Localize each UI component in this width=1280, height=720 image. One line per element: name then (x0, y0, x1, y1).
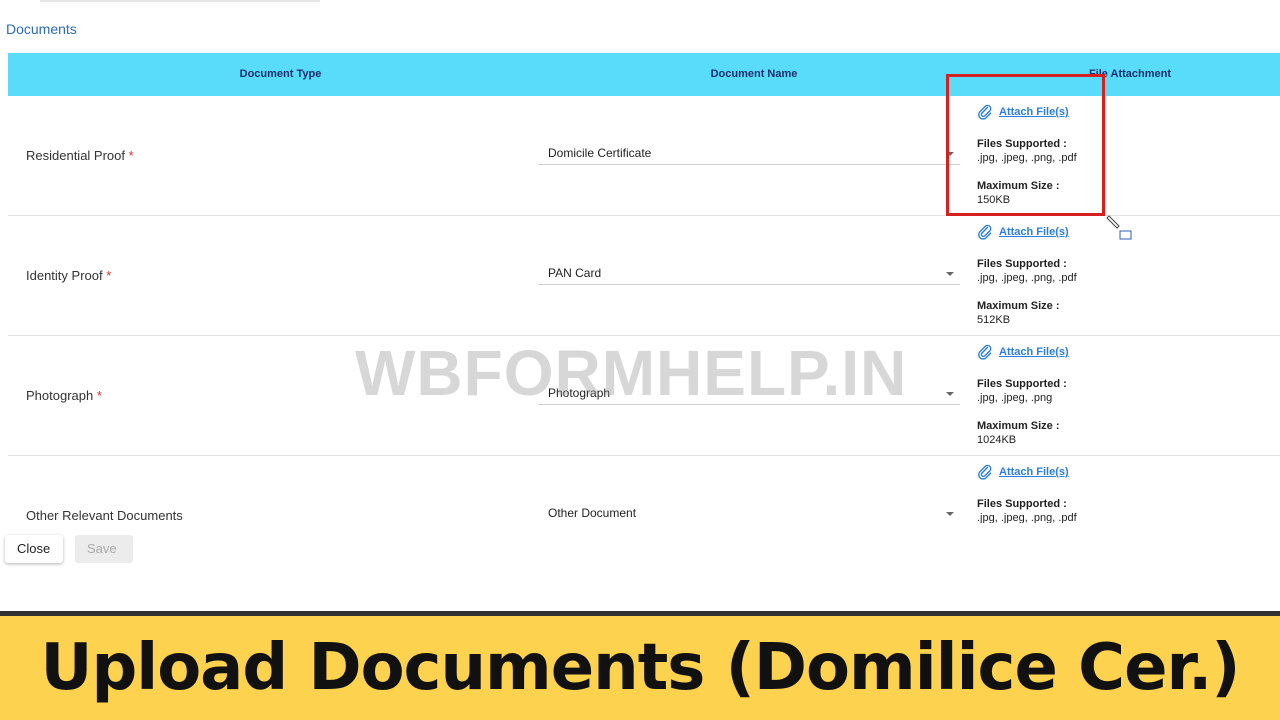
files-supported-label: Files Supported : (977, 138, 1067, 150)
table-row: Other Relevant Documents Other Document … (8, 456, 1280, 523)
pen-cursor-icon (1106, 215, 1132, 240)
close-button[interactable]: Close (5, 535, 63, 563)
document-type-label: Other Relevant Documents (26, 508, 183, 523)
attach-files-text[interactable]: Attach File(s) (999, 466, 1069, 478)
caption-banner: Upload Documents (Domilice Cer.) (0, 616, 1280, 720)
dropdown-arrow-icon[interactable] (946, 512, 954, 516)
required-marker: * (128, 148, 134, 163)
table-row: Identity Proof * PAN Card Attach File(s)… (8, 216, 1280, 336)
paperclip-icon (978, 224, 992, 240)
document-name-select[interactable]: PAN Card (538, 264, 960, 285)
document-type-label: Residential Proof * (26, 148, 134, 163)
max-size-value: 1024KB (977, 434, 1017, 446)
header-document-type: Document Type (239, 68, 322, 80)
file-attachment-cell: Attach File(s) Files Supported : .jpg, .… (977, 344, 1177, 446)
section-title: Documents (6, 21, 77, 37)
max-size-label: Maximum Size : (977, 420, 1060, 432)
attach-files-text[interactable]: Attach File(s) (999, 346, 1069, 358)
dropdown-arrow-icon[interactable] (946, 272, 954, 276)
attach-files-link[interactable]: Attach File(s) (977, 464, 1177, 480)
file-attachment-cell: Attach File(s) Files Supported : .jpg, .… (977, 104, 1177, 206)
document-type-text: Photograph (26, 388, 94, 403)
document-type-text: Other Relevant Documents (26, 508, 183, 523)
document-type-text: Identity Proof (26, 268, 103, 283)
document-name-value: Domicile Certificate (548, 146, 652, 160)
table-header: Document Type Document Name File Attachm… (8, 53, 1280, 96)
top-tab-underline (40, 0, 320, 2)
document-name-select[interactable]: Photograph (538, 384, 960, 405)
required-marker: * (106, 268, 112, 283)
max-size-label: Maximum Size : (977, 300, 1060, 312)
attach-files-link[interactable]: Attach File(s) (977, 104, 1177, 120)
attach-files-link[interactable]: Attach File(s) (977, 224, 1177, 240)
table-row: Residential Proof * Domicile Certificate… (8, 96, 1280, 216)
document-type-label: Photograph * (26, 388, 102, 403)
paperclip-icon (978, 344, 992, 360)
save-button[interactable]: Save (75, 535, 133, 563)
files-supported-value: .jpg, .jpeg, .png, .pdf (977, 152, 1077, 164)
files-supported-label: Files Supported : (977, 498, 1067, 510)
documents-table: Document Type Document Name File Attachm… (8, 53, 1280, 523)
document-name-select[interactable]: Other Document (538, 504, 960, 523)
document-type-label: Identity Proof * (26, 268, 111, 283)
paperclip-icon (978, 104, 992, 120)
files-supported-value: .jpg, .jpeg, .png, .pdf (977, 272, 1077, 284)
document-name-value: PAN Card (548, 266, 602, 280)
files-supported-value: .jpg, .jpeg, .png, .pdf (977, 512, 1077, 523)
document-type-text: Residential Proof (26, 148, 125, 163)
banner-caption: Upload Documents (Domilice Cer.) (40, 631, 1240, 705)
header-file-attachment: File Attachment (1088, 68, 1172, 80)
document-name-select[interactable]: Domicile Certificate (538, 144, 960, 165)
max-size-value: 150KB (977, 194, 1011, 206)
document-name-value: Photograph (548, 386, 611, 400)
table-row: Photograph * Photograph Attach File(s) F… (8, 336, 1280, 456)
paperclip-icon (978, 464, 992, 480)
files-supported-value: .jpg, .jpeg, .png (977, 392, 1053, 404)
header-document-name: Document Name (710, 68, 798, 80)
attach-files-text[interactable]: Attach File(s) (999, 226, 1069, 238)
attach-files-text[interactable]: Attach File(s) (999, 106, 1069, 118)
max-size-label: Maximum Size : (977, 180, 1060, 192)
required-marker: * (96, 388, 102, 403)
dropdown-arrow-icon[interactable] (946, 152, 954, 156)
document-name-value: Other Document (548, 506, 637, 520)
file-attachment-cell: Attach File(s) Files Supported : .jpg, .… (977, 464, 1177, 523)
max-size-value: 512KB (977, 314, 1011, 326)
dropdown-arrow-icon[interactable] (946, 392, 954, 396)
attach-files-link[interactable]: Attach File(s) (977, 344, 1177, 360)
files-supported-label: Files Supported : (977, 258, 1067, 270)
files-supported-label: Files Supported : (977, 378, 1067, 390)
file-attachment-cell: Attach File(s) Files Supported : .jpg, .… (977, 224, 1177, 326)
